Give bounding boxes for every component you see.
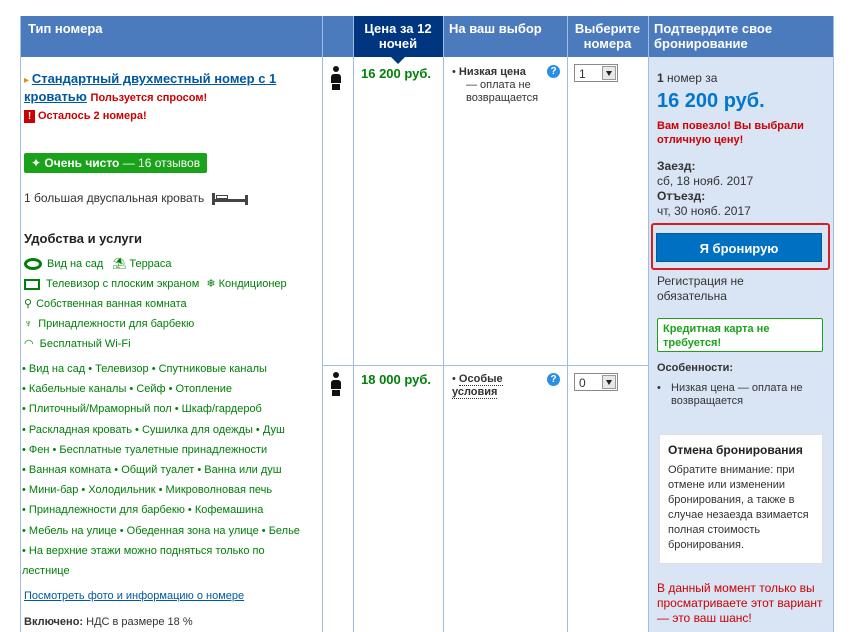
offer-price: 16 200 руб. bbox=[361, 66, 432, 81]
offer-condition: • Особые условия bbox=[452, 373, 503, 399]
help-icon[interactable]: ? bbox=[547, 65, 560, 78]
list-item: • Принадлежности для барбекю • Кофемашин… bbox=[22, 504, 264, 517]
checkin-date: сб, 18 нояб. 2017 bbox=[657, 174, 754, 188]
features-title: Особенности: bbox=[657, 362, 734, 374]
amenities-title: Удобства и услуги bbox=[24, 231, 143, 246]
alert-icon: ! bbox=[24, 110, 35, 123]
header-price: Цена за 12 ночей bbox=[353, 16, 443, 57]
feature-item: • Низкая цена — оплата не возвращается bbox=[657, 382, 803, 407]
room-qty-select[interactable]: 0 bbox=[574, 373, 618, 391]
col-divider bbox=[20, 16, 21, 632]
umbrella-icon: ⛱ bbox=[112, 258, 127, 270]
list-item: • Раскладная кровать • Сушилка для одежд… bbox=[22, 423, 285, 436]
checkout-label: Отъезд: bbox=[657, 189, 706, 203]
no-card-badge: Кредитная карта не требуется! bbox=[657, 318, 823, 352]
cancellation-text: Обратите внимание: при отмене или измене… bbox=[668, 464, 809, 551]
registration-note: Регистрация не обязательна bbox=[657, 274, 744, 303]
list-item: • Плиточный/Мраморный пол • Шкаф/гардеро… bbox=[22, 403, 262, 416]
col-divider bbox=[322, 16, 323, 632]
view-photos-link[interactable]: Посмотреть фото и информацию о номере bbox=[24, 590, 244, 602]
offer-price: 18 000 руб. bbox=[361, 372, 432, 387]
checkin-label: Заезд: bbox=[657, 159, 696, 173]
sparkle-icon: ✦ bbox=[31, 156, 45, 170]
person-icon bbox=[331, 66, 341, 90]
list-item: • Вид на сад • Телевизор • Спутниковые к… bbox=[22, 363, 267, 375]
snowflake-icon: ❄ bbox=[206, 278, 216, 290]
header-confirm: Подтвердите свое бронирование bbox=[648, 16, 833, 57]
list-item: лестнице bbox=[22, 565, 70, 578]
offer-divider bbox=[322, 365, 648, 366]
header-room-type: Тип номера bbox=[20, 16, 322, 57]
checkout-date: чт, 30 нояб. 2017 bbox=[657, 204, 751, 218]
lucky-message: Вам повезло! Вы выбрали отличную цену! bbox=[657, 120, 804, 146]
room-info: ▸ Стандартный двухместный номер с 1 кров… bbox=[24, 71, 316, 106]
wifi-icon: ◠ bbox=[24, 338, 34, 350]
col-divider bbox=[833, 16, 834, 632]
demand-label: Пользуется спросом! bbox=[90, 92, 208, 104]
cancellation-box: Отмена бронирования Обратите внимание: п… bbox=[659, 434, 823, 564]
bed-icon bbox=[211, 192, 248, 205]
col-divider bbox=[648, 16, 649, 632]
header-select-rooms: Выберите номера bbox=[567, 16, 648, 57]
list-item: • На верхние этажи можно подняться тольк… bbox=[22, 544, 265, 557]
offer-condition: • Низкая цена — оплата не возвращается bbox=[452, 66, 539, 104]
col-divider bbox=[567, 16, 568, 632]
eye-icon bbox=[24, 258, 42, 271]
special-conditions-link[interactable]: Особые условия bbox=[452, 373, 503, 399]
col-divider bbox=[443, 16, 444, 632]
price-header-pointer bbox=[391, 57, 405, 64]
help-icon[interactable]: ? bbox=[547, 373, 560, 386]
room-qty-select[interactable]: 1 bbox=[574, 64, 618, 82]
chevron-down-icon bbox=[602, 375, 616, 389]
tv-icon bbox=[24, 278, 40, 290]
list-item: • Мини-бар • Холодильник • Микроволновая… bbox=[22, 484, 273, 497]
book-button[interactable]: Я бронирую bbox=[656, 233, 822, 262]
amenity-row: Вид на сад ⛱ Терраса Телевизор с плоским… bbox=[24, 258, 287, 350]
grill-icon: ♆ bbox=[24, 318, 33, 330]
bed-info: 1 большая двуспальная кровать bbox=[24, 191, 248, 205]
included-info: Включено: НДС в размере 18 % bbox=[24, 616, 193, 628]
list-item: • Кабельные каналы • Сейф • Отопление bbox=[22, 383, 232, 396]
cancellation-title: Отмена бронирования bbox=[668, 443, 803, 457]
clean-badge: ✦ Очень чисто — 16 отзывов bbox=[24, 153, 208, 173]
total-price: 16 200 руб. bbox=[657, 90, 765, 112]
list-item: • Мебель на улице • Обеденная зона на ул… bbox=[22, 524, 300, 537]
list-item: • Фен • Бесплатные туалетные принадлежно… bbox=[22, 443, 268, 456]
col-divider bbox=[353, 16, 354, 632]
rooms-count-line: 1 номер за bbox=[657, 71, 718, 85]
list-item: • Ванная комната • Общий туалет • Ванна … bbox=[22, 464, 282, 477]
chevron-right-icon: ▸ bbox=[24, 75, 32, 86]
person-icon bbox=[331, 372, 341, 396]
rooms-left: ! Осталось 2 номера! bbox=[24, 110, 147, 123]
chevron-down-icon bbox=[602, 66, 616, 80]
header-blank bbox=[322, 16, 353, 57]
viewing-now-message: В данный момент только вы просматриваете… bbox=[657, 581, 823, 625]
shower-icon: ⚲ bbox=[24, 298, 33, 310]
header-your-choice: На ваш выбор bbox=[443, 16, 567, 57]
facilities-list: • Вид на сад • Телевизор • Спутниковые к… bbox=[22, 359, 300, 581]
